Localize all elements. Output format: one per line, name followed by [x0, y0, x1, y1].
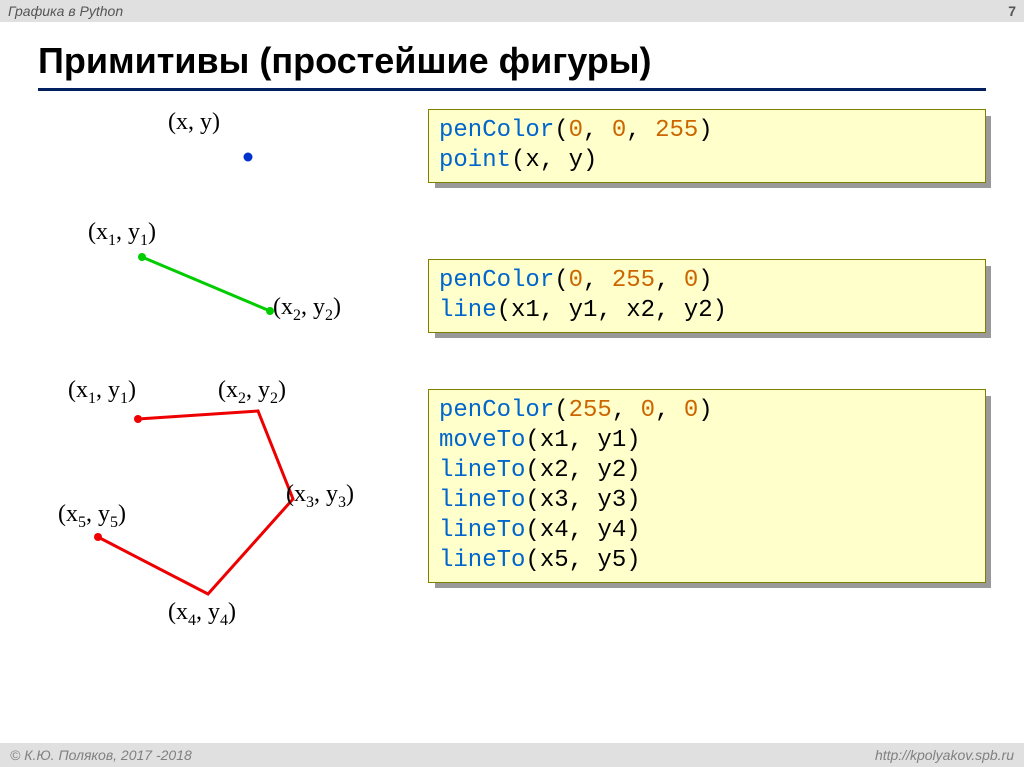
code-block-point: penColor(0, 0, 255) point(x, y): [428, 109, 986, 183]
label-x2y2-b: (x2, y2): [218, 377, 286, 408]
footer-copyright: © К.Ю. Поляков, 2017 -2018: [10, 747, 192, 763]
page-number: 7: [1008, 3, 1016, 19]
label-x5y5: (x5, y5): [58, 501, 126, 532]
label-x1y1-a: (x1, y1): [88, 219, 156, 250]
label-xy: (x, y): [168, 109, 220, 136]
header-bar: Графика в Python 7: [0, 0, 1024, 22]
label-x3y3: (x3, y3): [286, 481, 354, 512]
row-point: (x, y) penColor(0, 0, 255) point(x, y): [38, 109, 986, 189]
slide-title: Примитивы (простейшие фигуры): [38, 40, 986, 82]
footer-bar: © К.Ю. Поляков, 2017 -2018 http://kpolya…: [0, 743, 1024, 767]
row-polyline: (x1, y1) (x2, y2) (x3, y3) (x4, y4) (x5,…: [38, 369, 986, 629]
point-diagram: [38, 109, 428, 189]
label-x4y4: (x4, y4): [168, 599, 236, 630]
code-block-polyline: penColor(255, 0, 0) moveTo(x1, y1) lineT…: [428, 389, 986, 583]
label-x2y2-a: (x2, y2): [273, 294, 341, 325]
title-rule: [38, 88, 986, 91]
row-line: (x1, y1) (x2, y2) penColor(0, 255, 0) li…: [38, 219, 986, 339]
polyline-diagram: [38, 369, 428, 629]
slide-content: Примитивы (простейшие фигуры) (x, y) pen…: [0, 22, 1024, 629]
footer-url: http://kpolyakov.spb.ru: [875, 747, 1014, 763]
header-title: Графика в Python: [8, 3, 123, 19]
code-block-line: penColor(0, 255, 0) line(x1, y1, x2, y2): [428, 259, 986, 333]
label-x1y1-b: (x1, y1): [68, 377, 136, 408]
